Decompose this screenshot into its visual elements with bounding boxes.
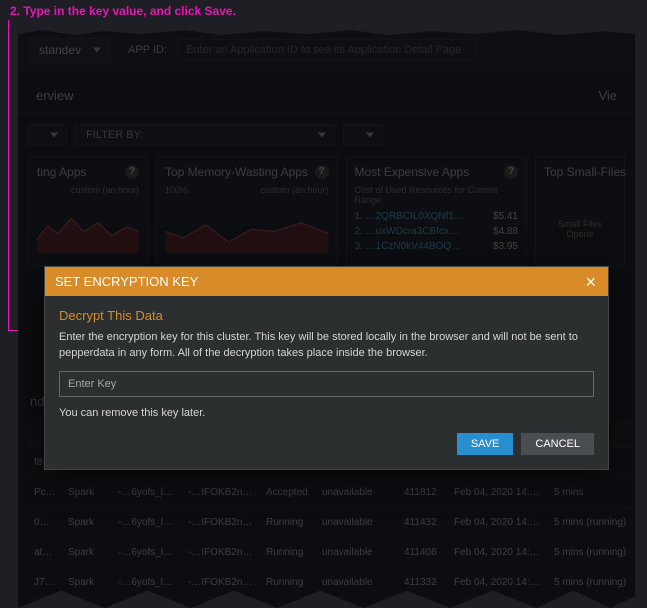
instruction-annotation: 2. Type in the key value, and click Save… — [0, 0, 647, 28]
annotation-pointer-line — [8, 20, 9, 331]
modal-description: Enter the encryption key for this cluste… — [59, 329, 594, 361]
encryption-key-modal: SET ENCRYPTION KEY × Decrypt This Data E… — [44, 266, 609, 470]
modal-subtitle: Decrypt This Data — [59, 308, 594, 323]
app-window: standev APP ID: erview Vie FILTER BY: ti… — [18, 28, 635, 608]
encryption-key-input[interactable] — [59, 371, 594, 397]
modal-note: You can remove this key later. — [59, 407, 594, 419]
save-button[interactable]: SAVE — [457, 433, 514, 455]
modal-scrim: SET ENCRYPTION KEY × Decrypt This Data E… — [18, 28, 635, 608]
modal-header: SET ENCRYPTION KEY × — [45, 267, 608, 296]
cancel-button[interactable]: CANCEL — [521, 433, 594, 455]
close-icon[interactable]: × — [583, 275, 598, 289]
modal-title: SET ENCRYPTION KEY — [55, 274, 198, 289]
